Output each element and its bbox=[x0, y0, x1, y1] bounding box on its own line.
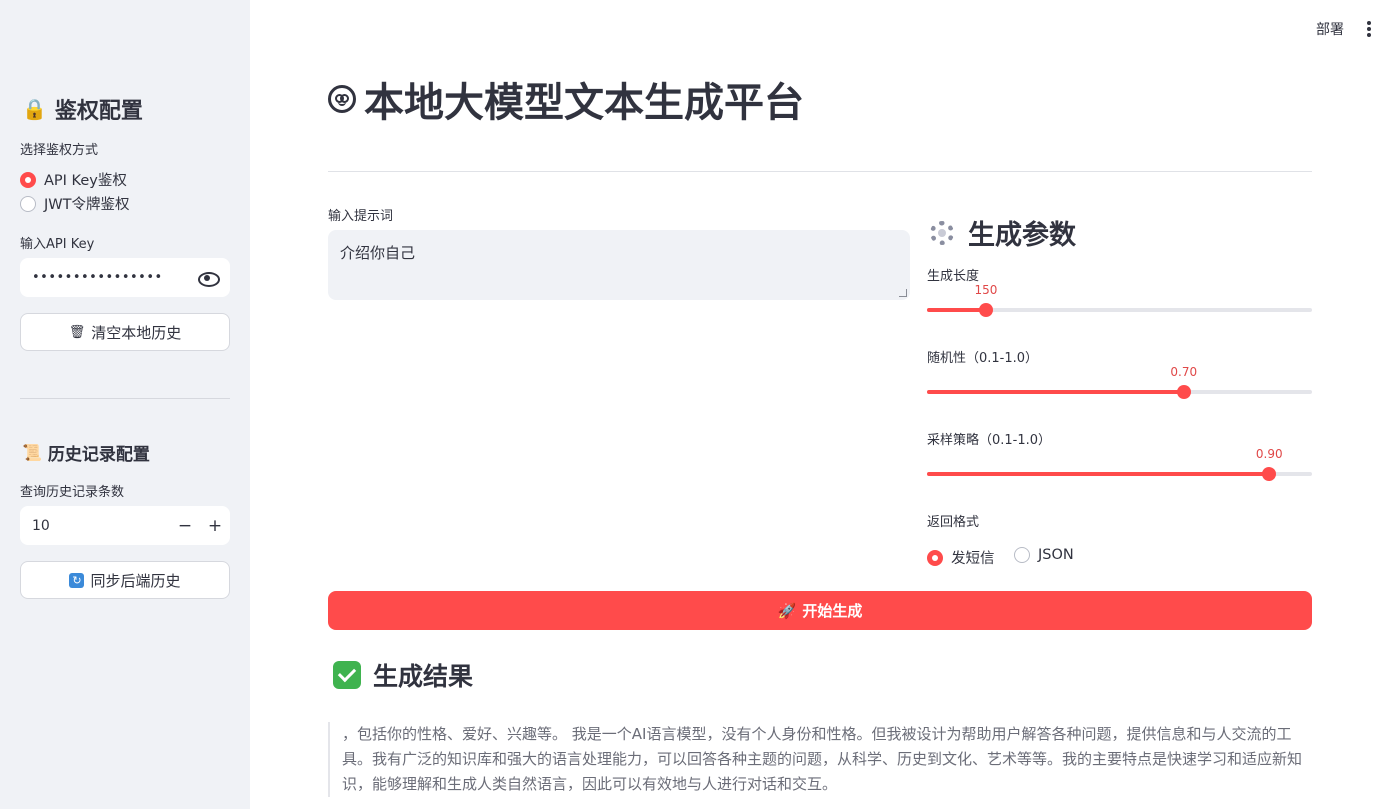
clear-history-button[interactable]: 🗑 清空本地历史 bbox=[20, 313, 230, 351]
deploy-button[interactable]: 部署 bbox=[1316, 19, 1344, 39]
sidebar-divider bbox=[20, 398, 230, 399]
rocket-icon: 🚀 bbox=[777, 601, 797, 620]
wastebasket-icon: 🗑 bbox=[68, 324, 86, 340]
auth-option-label: JWT令牌鉴权 bbox=[44, 197, 130, 213]
title-divider bbox=[328, 171, 1312, 172]
sync-icon: ↻ bbox=[69, 572, 85, 588]
slider-value: 150 bbox=[974, 283, 998, 297]
slider-fill bbox=[927, 308, 986, 312]
format-option-label: JSON bbox=[1038, 547, 1074, 563]
check-mark-icon bbox=[333, 661, 361, 689]
more-options-icon[interactable] bbox=[1362, 20, 1376, 38]
eye-icon[interactable] bbox=[198, 271, 220, 287]
format-option-label: 发短信 bbox=[951, 551, 995, 567]
increment-button[interactable]: + bbox=[200, 506, 230, 545]
radio-unselected[interactable] bbox=[20, 195, 36, 212]
slider-temperature[interactable]: 0.70 bbox=[927, 365, 1312, 399]
slider-thumb[interactable] bbox=[1176, 385, 1191, 399]
api-key-label: 输入API Key bbox=[20, 237, 95, 252]
auth-config-title: 鉴权配置 bbox=[54, 99, 143, 124]
auth-config-heading: 🔒 鉴权配置 bbox=[22, 93, 143, 125]
radio-unselected[interactable] bbox=[1014, 547, 1030, 563]
lock-icon: 🔒 bbox=[22, 97, 47, 121]
auth-option-api-key[interactable]: API Key鉴权 bbox=[20, 169, 127, 190]
auth-option-label: API Key鉴权 bbox=[44, 173, 127, 189]
format-label: 返回格式 bbox=[927, 515, 980, 530]
generate-label: 开始生成 bbox=[802, 602, 863, 620]
history-config-heading: 📜 历史记录配置 bbox=[22, 440, 150, 465]
slider-length[interactable]: 150 bbox=[927, 283, 1312, 317]
robot-face-icon bbox=[328, 85, 356, 113]
result-text: ，包括你的性格、爱好、兴趣等。 我是一个AI语言模型，没有个人身份和性格。但我被… bbox=[328, 722, 1312, 797]
prompt-value: 介绍你自己 bbox=[340, 244, 416, 262]
slider-fill bbox=[927, 472, 1270, 476]
result-title: 生成结果 bbox=[373, 662, 474, 691]
result-heading: 生成结果 bbox=[333, 657, 473, 693]
slider-top-p-label: 采样策略（0.1-1.0） bbox=[927, 433, 1052, 448]
slider-value: 0.90 bbox=[1255, 447, 1283, 461]
generate-button[interactable]: 🚀 开始生成 bbox=[328, 591, 1312, 630]
prompt-label: 输入提示词 bbox=[328, 209, 394, 224]
page-title: 本地大模型文本生成平台 bbox=[328, 70, 804, 128]
history-config-title: 历史记录配置 bbox=[47, 445, 150, 465]
resize-handle-icon[interactable] bbox=[899, 289, 907, 297]
format-option-sms[interactable]: 发短信 bbox=[927, 547, 995, 568]
slider-thumb[interactable] bbox=[1262, 467, 1277, 481]
history-count-label: 查询历史记录条数 bbox=[20, 485, 125, 500]
slider-value: 0.70 bbox=[1170, 365, 1198, 379]
format-option-json[interactable]: JSON bbox=[1014, 547, 1074, 563]
api-key-input[interactable]: •••••••••••••••• bbox=[20, 258, 230, 297]
auth-method-label: 选择鉴权方式 bbox=[20, 143, 99, 158]
sync-history-button[interactable]: ↻ 同步后端历史 bbox=[20, 561, 230, 599]
slider-length-label: 生成长度 bbox=[927, 269, 980, 284]
auth-option-jwt[interactable]: JWT令牌鉴权 bbox=[20, 193, 129, 214]
sync-history-label: 同步后端历史 bbox=[90, 571, 181, 590]
radio-selected[interactable] bbox=[20, 171, 36, 188]
scroll-icon: 📜 bbox=[22, 443, 42, 462]
params-title: 生成参数 bbox=[968, 220, 1076, 251]
slider-thumb[interactable] bbox=[978, 303, 993, 317]
slider-top-p[interactable]: 0.90 bbox=[927, 447, 1312, 481]
params-heading: 生成参数 bbox=[930, 213, 1076, 252]
slider-fill bbox=[927, 390, 1184, 394]
history-count-stepper[interactable]: 10 − + bbox=[20, 506, 230, 545]
prompt-textarea[interactable]: 介绍你自己 bbox=[328, 230, 910, 300]
slider-temperature-label: 随机性（0.1-1.0） bbox=[927, 351, 1039, 366]
page-title-text: 本地大模型文本生成平台 bbox=[364, 80, 804, 126]
history-count-value[interactable]: 10 bbox=[32, 518, 170, 534]
api-key-value: •••••••••••••••• bbox=[32, 270, 163, 285]
decrement-button[interactable]: − bbox=[170, 506, 200, 545]
radio-selected[interactable] bbox=[927, 549, 943, 566]
sidebar: 🔒 鉴权配置 选择鉴权方式 API Key鉴权 JWT令牌鉴权 输入API Ke… bbox=[0, 0, 250, 809]
gear-icon bbox=[930, 220, 954, 245]
clear-history-label: 清空本地历史 bbox=[91, 323, 182, 342]
